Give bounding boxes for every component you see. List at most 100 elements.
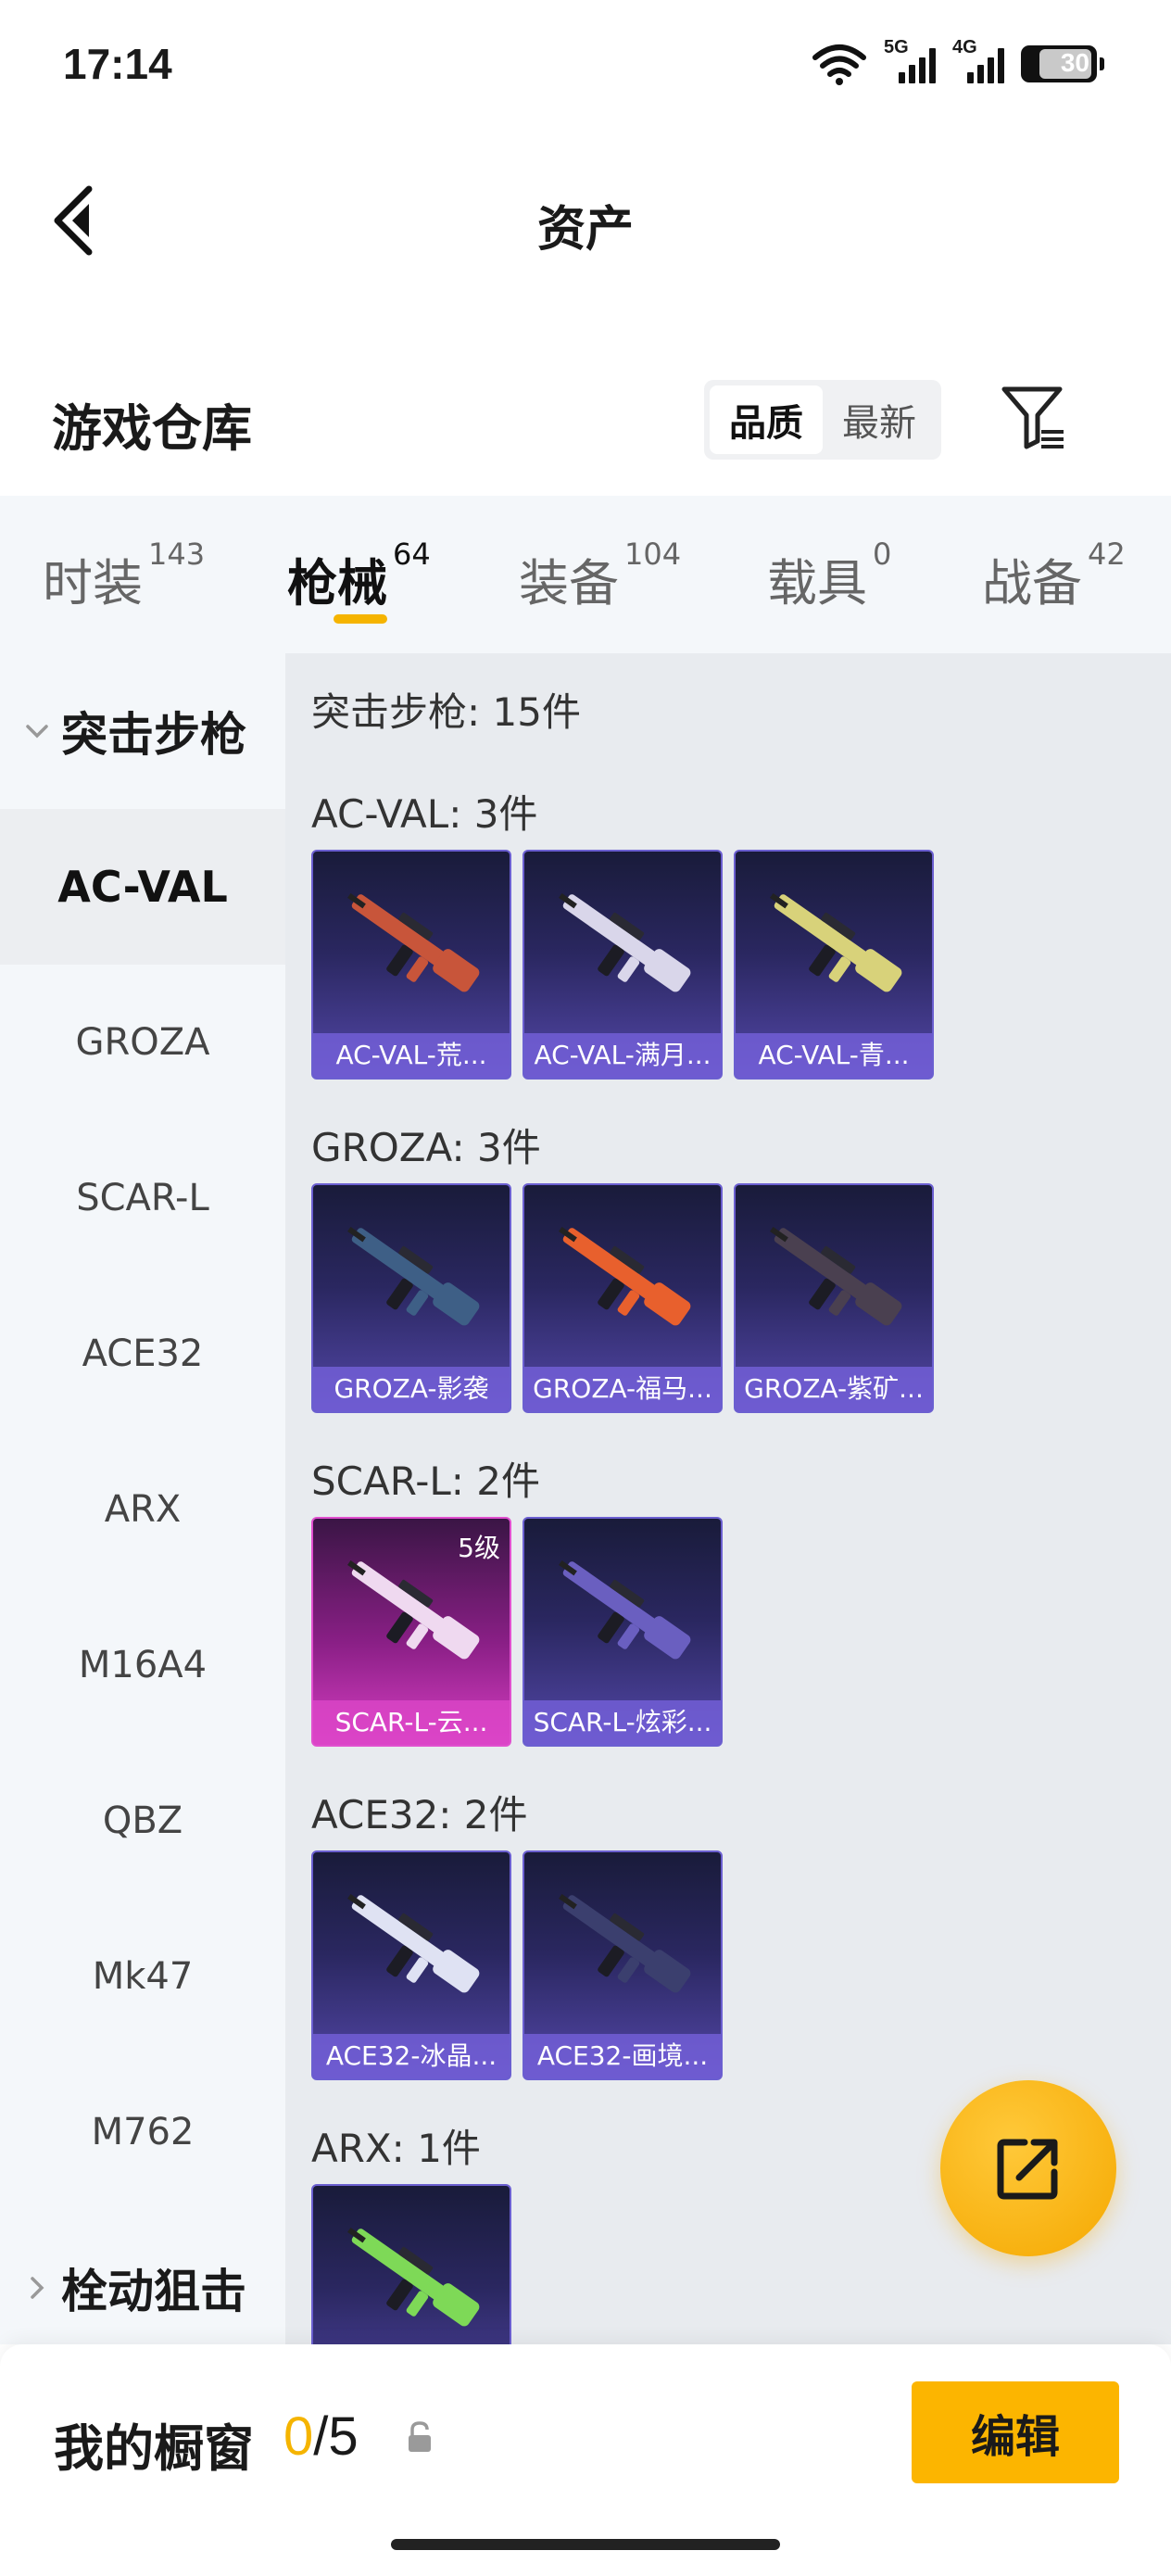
lock-icon	[409, 2421, 431, 2452]
status-bar: 17:14 5G 4G 30	[0, 0, 1171, 139]
tab-count: 42	[1088, 537, 1126, 572]
tab-fashion[interactable]: 时装 143	[43, 537, 205, 615]
tab-count: 0	[873, 537, 892, 572]
card-row: ACE32-冰晶... ACE32-画境...	[311, 1850, 723, 2080]
active-tab-indicator	[334, 614, 387, 624]
weapon-skin-icon	[559, 1893, 691, 1993]
page-title: 资产	[536, 202, 634, 258]
battery-level: 30	[1060, 48, 1089, 77]
tab-label: 枪械	[287, 554, 387, 612]
weapon-skin-card[interactable]: SCAR-L-炫彩...	[523, 1517, 723, 1747]
content-title: 突击步枪: 15件	[311, 689, 581, 735]
group-title: AC-VAL: 3件	[311, 791, 538, 837]
tab-equipment[interactable]: 装备 104	[519, 537, 681, 615]
weapon-skin-card[interactable]: GROZA-福马...	[523, 1183, 723, 1413]
weapon-skin-icon	[347, 1893, 480, 1993]
weapon-skin-card[interactable]: AC-VAL-青...	[734, 850, 934, 1080]
status-time: 17:14	[63, 40, 172, 88]
showcase-total: /5	[313, 2406, 359, 2467]
edit-button[interactable]: 编辑	[912, 2381, 1119, 2483]
share-icon	[997, 2139, 1058, 2200]
weapon-skin-name: GROZA-福马...	[524, 1367, 721, 1411]
sort-toggle: 品质 最新	[704, 380, 941, 460]
weapon-skin-icon	[559, 892, 691, 992]
chevron-down-icon	[26, 725, 48, 739]
weapon-skin-icon	[770, 1226, 902, 1326]
group-title: ACE32: 2件	[311, 1792, 528, 1837]
weapon-skin-name: ACE32-画境...	[524, 2034, 721, 2078]
sidebar-item[interactable]: AC-VAL	[0, 809, 285, 965]
weapon-skin-card[interactable]: ACE32-画境...	[523, 1850, 723, 2080]
tab-firearms[interactable]: 枪械 64	[287, 537, 431, 615]
weapon-skin-card[interactable]: AC-VAL-荒...	[311, 850, 511, 1080]
card-row: 5级 SCAR-L-云... SCAR-L-炫彩...	[311, 1517, 723, 1747]
nav-bar: 资产	[0, 139, 1171, 306]
sidebar-group-assault-rifles[interactable]: 突击步枪	[0, 653, 285, 809]
showcase-count: 0/5	[283, 2406, 359, 2468]
showcase-bar: 我的橱窗 0/5 编辑	[0, 2344, 1171, 2576]
warehouse-title: 游戏仓库	[52, 399, 252, 458]
weapon-skin-icon	[770, 892, 902, 992]
status-icons: 5G 4G 30	[812, 37, 1104, 87]
card-row: GROZA-影袭 GROZA-福马... GROZA-紫矿...	[311, 1183, 934, 1413]
sidebar-item[interactable]: Mk47	[0, 1899, 285, 2054]
weapon-skin-name: GROZA-紫矿...	[736, 1367, 932, 1411]
sidebar-item[interactable]: GROZA	[0, 965, 285, 1120]
category-tabs: 时装 143 枪械 64 装备 104 载具 0 战备 42	[0, 496, 1171, 653]
tab-label: 时装	[43, 554, 143, 612]
signal-5g-icon: 5G	[884, 37, 936, 87]
weapon-skin-name: AC-VAL-满月...	[524, 1033, 721, 1078]
card-row: AC-VAL-荒... AC-VAL-满月... AC-VAL-青...	[311, 850, 934, 1080]
sidebar-items: AC-VAL GROZA SCAR-L ACE32 ARX M16A4 QBZ Mk47 M76…	[0, 809, 285, 2210]
group-title: SCAR-L: 2件	[311, 1458, 540, 1504]
weapon-skin-name: AC-VAL-荒...	[313, 1033, 510, 1078]
sidebar-item[interactable]: ARX	[0, 1432, 285, 1587]
sort-latest-button[interactable]: 最新	[823, 385, 936, 454]
weapon-skin-card[interactable]: ARX-	[311, 2184, 511, 2344]
weapon-sidebar: 突击步枪 AC-VAL GROZA SCAR-L ACE32 ARX M16A4 QBZ Mk…	[0, 653, 285, 2344]
card-row: ARX-	[311, 2184, 511, 2344]
weapon-skin-name: GROZA-影袭	[313, 1367, 510, 1411]
share-button[interactable]	[940, 2080, 1116, 2256]
weapon-skin-icon	[347, 1226, 480, 1326]
group-title: ARX: 1件	[311, 2126, 481, 2171]
tab-supplies[interactable]: 战备 42	[982, 537, 1126, 615]
chevron-right-icon	[31, 2277, 44, 2299]
weapon-skin-name: SCAR-L-炫彩...	[524, 1700, 721, 1745]
sort-quality-button[interactable]: 品质	[710, 385, 823, 454]
sidebar-group-label: 突击步枪	[61, 708, 246, 762]
sidebar-item[interactable]: QBZ	[0, 1743, 285, 1899]
battery-icon: 30	[1021, 45, 1104, 82]
tab-count: 104	[624, 537, 682, 572]
tab-count: 64	[393, 537, 431, 572]
tab-vehicles[interactable]: 载具 0	[767, 537, 891, 615]
weapon-skin-card[interactable]: ACE32-冰晶...	[311, 1850, 511, 2080]
tab-label: 载具	[767, 554, 867, 612]
weapon-skin-name: ACE32-冰晶...	[313, 2034, 510, 2078]
showcase-label: 我的橱窗	[54, 2419, 254, 2478]
weapon-skin-card[interactable]: GROZA-紫矿...	[734, 1183, 934, 1413]
weapon-skin-name: AC-VAL-青...	[736, 1033, 932, 1078]
weapon-skin-icon	[559, 1559, 691, 1660]
sidebar-group-label: 栓动狙击	[61, 2265, 246, 2318]
sidebar-item[interactable]: M16A4	[0, 1587, 285, 1743]
weapon-skin-card[interactable]: GROZA-影袭	[311, 1183, 511, 1413]
group-title: GROZA: 3件	[311, 1125, 541, 1170]
sidebar-item[interactable]: ACE32	[0, 1276, 285, 1432]
weapon-skin-card[interactable]: 5级 SCAR-L-云...	[311, 1517, 511, 1747]
level-badge: 5级	[458, 1533, 500, 1563]
filter-icon[interactable]	[1001, 384, 1067, 454]
asset-page: 17:14 5G 4G 30 资产 游戏仓库 品质 最新 时装 143 枪械 6…	[0, 0, 1171, 2576]
weapon-skin-icon	[347, 892, 480, 992]
weapon-skin-card[interactable]: AC-VAL-满月...	[523, 850, 723, 1080]
warehouse-header: 游戏仓库 品质 最新	[0, 371, 1171, 473]
wifi-icon	[812, 44, 866, 85]
tab-label: 装备	[519, 554, 619, 612]
weapon-skin-icon	[559, 1226, 691, 1326]
sidebar-item[interactable]: SCAR-L	[0, 1120, 285, 1276]
showcase-current: 0	[283, 2406, 314, 2467]
home-indicator	[391, 2539, 780, 2550]
tab-label: 战备	[982, 554, 1082, 612]
sidebar-item[interactable]: M762	[0, 2054, 285, 2210]
sidebar-group-bolt-snipers[interactable]: 栓动狙击	[0, 2210, 285, 2344]
